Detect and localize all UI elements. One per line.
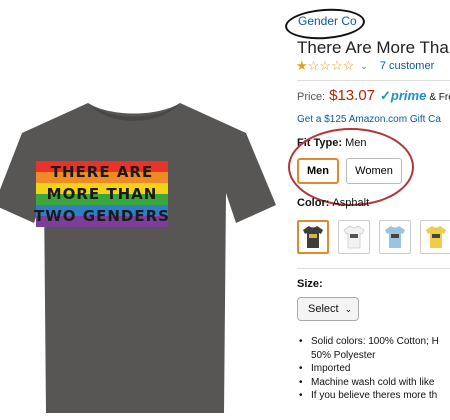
- price-value: $13.07: [329, 87, 376, 104]
- feature-bullets: Solid colors: 100% Cotton; H 50% Polyest…: [297, 335, 439, 403]
- color-swatch-asphalt[interactable]: [297, 220, 329, 254]
- star-empty-icon: ☆: [319, 58, 331, 73]
- tshirt-icon: [343, 225, 365, 249]
- star-empty-icon: ☆: [342, 58, 355, 73]
- fit-option-women[interactable]: Women: [346, 158, 402, 184]
- print-line-2: MORE THAN: [47, 185, 158, 203]
- product-title: There Are More Tha: [297, 38, 449, 57]
- bullet-item-continued: 50% Polyester: [311, 349, 376, 361]
- prime-check-icon: ✓: [380, 88, 391, 103]
- prime-logo: prime: [390, 88, 427, 103]
- star-empty-icon: ☆: [307, 58, 320, 73]
- shirt-print-text: THERE ARE MORE THAN TWO GENDERS: [34, 163, 170, 225]
- free-shipping-text: & Free: [429, 92, 450, 103]
- tshirt-icon: [385, 226, 405, 248]
- bullet-item: Solid colors: 100% Cotton; H: [297, 335, 439, 349]
- color-swatch-light-blue[interactable]: [379, 220, 411, 254]
- chevron-down-icon[interactable]: ⌄: [360, 61, 368, 72]
- divider: [297, 268, 450, 269]
- price-row: Price: $13.07 ✓ prime & Free: [297, 87, 450, 104]
- fit-type-value: Men: [345, 137, 367, 149]
- color-swatch-yellow[interactable]: [420, 220, 450, 254]
- print-line-3: TWO GENDERS: [34, 207, 170, 225]
- tshirt-body: [0, 103, 276, 413]
- chevron-down-icon: ⌄: [344, 303, 353, 314]
- brand-link[interactable]: Gender Co: [298, 14, 357, 28]
- rating-count-link[interactable]: 7 customer: [380, 60, 434, 72]
- size-label: Size:: [297, 278, 323, 290]
- bullet-item: Imported: [297, 362, 439, 376]
- tshirt-icon: [303, 226, 323, 248]
- fit-type-label: Fit Type: Men: [297, 137, 367, 149]
- color-swatch-white[interactable]: [338, 220, 370, 254]
- tshirt-icon: [426, 226, 446, 248]
- color-value: Asphalt: [332, 197, 370, 209]
- rating-row: ★ ☆ ☆ ☆ ☆ ⌄ 7 customer: [296, 58, 434, 73]
- price-label: Price:: [297, 91, 326, 103]
- gift-card-offer-link[interactable]: Get a $125 Amazon.com Gift Ca: [297, 114, 441, 125]
- fit-option-men[interactable]: Men: [297, 158, 339, 184]
- bullet-item: Machine wash cold with like: [297, 376, 439, 390]
- star-empty-icon: ☆: [330, 58, 343, 73]
- size-select[interactable]: Select ⌄: [297, 297, 359, 321]
- print-line-1: THERE ARE: [51, 163, 153, 181]
- product-image: THERE ARE MORE THAN TWO GENDERS: [0, 103, 276, 413]
- color-label: Color: Asphalt: [297, 197, 370, 209]
- divider: [297, 80, 450, 81]
- size-select-value: Select: [308, 303, 339, 315]
- star-filled-icon: ★: [296, 58, 308, 73]
- bullet-item: If you believe theres more th: [297, 389, 439, 403]
